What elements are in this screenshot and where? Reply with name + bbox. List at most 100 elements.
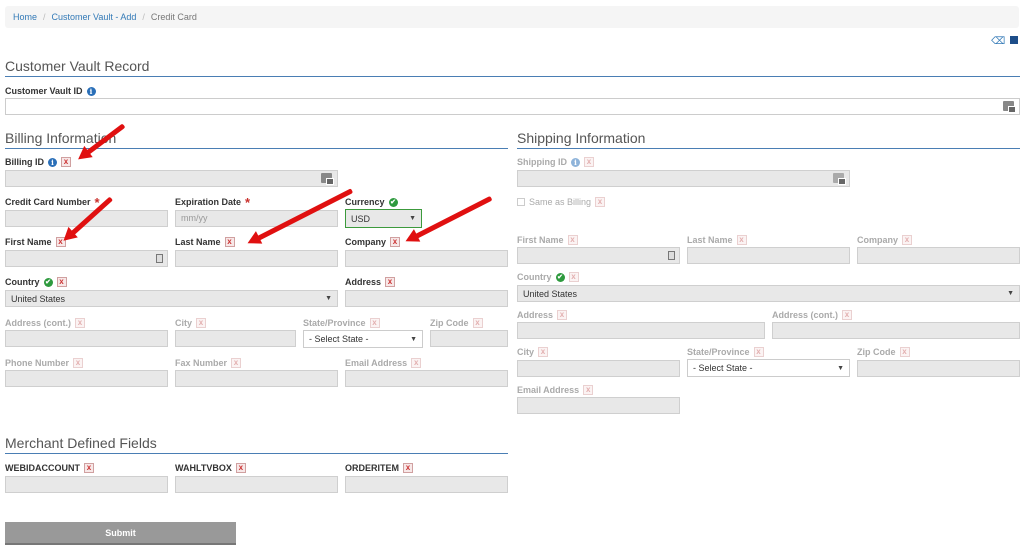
fax-input[interactable]: [175, 370, 338, 387]
remove-field-icon[interactable]: x: [842, 310, 853, 320]
ship-country-label: Country ✔ x: [517, 272, 579, 282]
remove-field-icon[interactable]: x: [235, 463, 246, 473]
country-select[interactable]: United States ▼: [5, 290, 338, 307]
ship-state-select[interactable]: - Select State - ▼: [687, 359, 850, 377]
section-title-customer-vault: Customer Vault Record: [5, 58, 1020, 77]
first-name-label: First Name x: [5, 237, 66, 247]
ship-zip-input[interactable]: [857, 360, 1020, 377]
ship-last-name-input[interactable]: [687, 247, 850, 264]
remove-field-icon[interactable]: x: [73, 358, 84, 368]
id-generator-icon[interactable]: [321, 173, 334, 185]
address-cont-input[interactable]: [5, 330, 168, 347]
remove-field-icon[interactable]: x: [568, 272, 579, 282]
state-select[interactable]: - Select State - ▼: [303, 330, 423, 348]
remove-field-icon[interactable]: x: [899, 347, 910, 357]
remove-field-icon[interactable]: x: [385, 277, 396, 287]
last-name-input[interactable]: [175, 250, 338, 267]
save-icon[interactable]: [1010, 36, 1018, 44]
chevron-down-icon: ▼: [410, 335, 417, 343]
remove-field-icon[interactable]: x: [567, 235, 578, 245]
ship-company-label: Company x: [857, 235, 913, 245]
eraser-icon[interactable]: ⌫: [991, 36, 1005, 47]
company-input[interactable]: [345, 250, 508, 267]
remove-field-icon[interactable]: x: [583, 385, 594, 395]
ship-email-label: Email Address x: [517, 385, 594, 395]
remove-field-icon[interactable]: x: [61, 157, 71, 167]
remove-field-icon[interactable]: x: [84, 463, 94, 473]
remove-field-icon[interactable]: x: [736, 235, 747, 245]
remove-field-icon[interactable]: x: [902, 235, 913, 245]
info-icon[interactable]: i: [571, 157, 580, 167]
info-icon[interactable]: i: [86, 86, 96, 96]
credit-card-number-label: Credit Card Number *: [5, 196, 100, 209]
customer-vault-id-text: Customer Vault ID: [5, 86, 83, 96]
shipping-id-input[interactable]: [517, 170, 850, 187]
same-as-billing-checkbox[interactable]: [517, 198, 525, 206]
billing-id-input[interactable]: [5, 170, 338, 187]
remove-field-icon[interactable]: x: [584, 157, 594, 167]
fax-text: Fax Number: [175, 358, 228, 368]
address-input[interactable]: [345, 290, 508, 307]
wahltvbox-input[interactable]: [175, 476, 338, 493]
remove-field-icon[interactable]: x: [538, 347, 549, 357]
id-generator-icon[interactable]: [1003, 101, 1016, 113]
ship-state-label: State/Province x: [687, 347, 764, 357]
ship-zip-text: Zip Code: [857, 347, 896, 357]
remove-field-icon[interactable]: x: [224, 237, 235, 247]
state-text: State/Province: [303, 318, 366, 328]
remove-field-icon[interactable]: x: [557, 310, 568, 320]
expiration-date-text: Expiration Date: [175, 197, 242, 207]
orderitem-input[interactable]: [345, 476, 508, 493]
remove-field-icon[interactable]: x: [196, 318, 207, 328]
customer-vault-id-input[interactable]: [5, 98, 1020, 115]
ship-country-select[interactable]: United States ▼: [517, 285, 1020, 302]
ship-city-text: City: [517, 347, 535, 357]
ship-company-input[interactable]: [857, 247, 1020, 264]
remove-field-icon[interactable]: x: [231, 358, 242, 368]
breadcrumb-current: Credit Card: [150, 12, 197, 22]
webidaccount-input[interactable]: [5, 476, 168, 493]
breadcrumb-home-link[interactable]: Home: [13, 12, 37, 22]
email-input[interactable]: [345, 370, 508, 387]
remove-field-icon[interactable]: x: [753, 347, 764, 357]
billing-id-label: Billing ID i x: [5, 157, 71, 167]
ship-first-name-input[interactable]: [517, 247, 680, 264]
remove-field-icon[interactable]: x: [411, 358, 422, 368]
billing-id-text: Billing ID: [5, 157, 44, 167]
same-as-billing-row: Same as Billing x: [517, 197, 606, 207]
info-icon[interactable]: i: [48, 157, 57, 167]
company-text: Company: [345, 237, 387, 247]
section-title-billing: Billing Information: [5, 130, 508, 149]
ship-address-input[interactable]: [517, 322, 765, 339]
contact-card-icon[interactable]: [668, 251, 675, 260]
remove-field-icon[interactable]: x: [56, 277, 67, 287]
ship-last-name-label: Last Name x: [687, 235, 747, 245]
expiration-placeholder: mm/yy: [181, 213, 208, 223]
remove-field-icon[interactable]: x: [75, 318, 86, 328]
same-as-billing-text[interactable]: Same as Billing: [529, 197, 591, 207]
breadcrumb-vault-add-link[interactable]: Customer Vault - Add: [52, 12, 137, 22]
first-name-input[interactable]: [5, 250, 168, 267]
id-generator-icon[interactable]: [833, 173, 846, 185]
address-label: Address x: [345, 277, 396, 287]
email-text: Email Address: [345, 358, 408, 368]
ship-city-input[interactable]: [517, 360, 680, 377]
remove-field-icon[interactable]: x: [403, 463, 413, 473]
chevron-down-icon: ▼: [409, 215, 416, 222]
zip-input[interactable]: [430, 330, 508, 347]
remove-field-icon[interactable]: x: [472, 318, 483, 328]
phone-input[interactable]: [5, 370, 168, 387]
city-input[interactable]: [175, 330, 296, 347]
submit-button[interactable]: Submit: [5, 522, 236, 545]
ship-address-cont-input[interactable]: [772, 322, 1020, 339]
contact-card-icon[interactable]: [156, 254, 163, 263]
remove-field-icon[interactable]: x: [595, 197, 606, 207]
remove-field-icon[interactable]: x: [390, 237, 401, 247]
ship-email-text: Email Address: [517, 385, 580, 395]
ship-email-input[interactable]: [517, 397, 680, 414]
currency-select[interactable]: USD ▼: [345, 209, 422, 228]
ship-first-name-text: First Name: [517, 235, 564, 245]
wahltvbox-text: WAHLTVBOX: [175, 463, 232, 473]
remove-field-icon[interactable]: x: [369, 318, 380, 328]
webidaccount-label: WEBIDACCOUNT x: [5, 463, 94, 473]
